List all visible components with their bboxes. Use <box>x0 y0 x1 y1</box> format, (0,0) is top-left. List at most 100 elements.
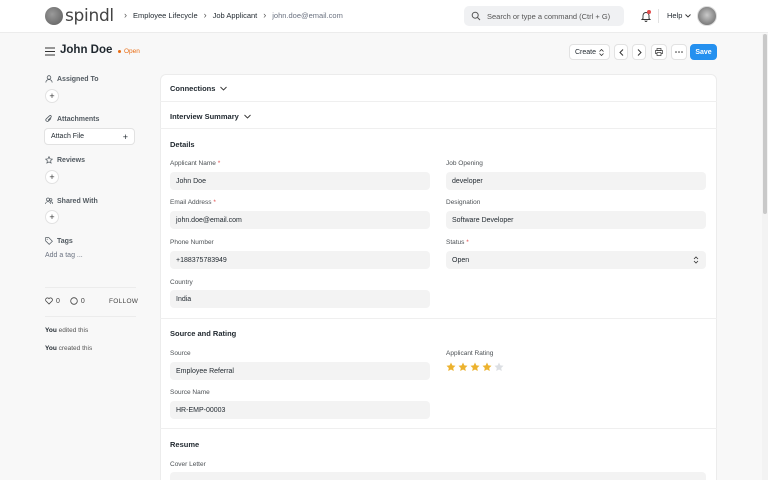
connections-section-toggle[interactable]: Connections <box>170 84 228 93</box>
section-divider <box>160 428 717 429</box>
required-marker: * <box>217 160 221 167</box>
print-button[interactable] <box>651 44 667 60</box>
scrollbar-thumb[interactable] <box>763 34 767 214</box>
section-divider <box>160 101 717 102</box>
likes-count: 0 <box>56 297 60 305</box>
follow-button[interactable]: FOLLOW <box>109 298 138 305</box>
assigned-to-label: Assigned To <box>45 75 98 83</box>
shared-with-label: Shared With <box>45 197 98 205</box>
job-opening-field[interactable]: developer <box>446 172 706 190</box>
country-field[interactable]: India <box>170 290 430 308</box>
star-icon <box>45 156 53 164</box>
heart-icon[interactable] <box>45 297 53 305</box>
designation-label: Designation <box>446 199 481 206</box>
cover-letter-label: Cover Letter <box>170 461 206 468</box>
comment-icon[interactable] <box>70 297 78 305</box>
add-tag-link[interactable]: Add a tag ... <box>45 252 83 259</box>
navbar-divider <box>658 9 659 23</box>
activity-text: created this <box>56 345 93 352</box>
cover-letter-field[interactable] <box>170 472 706 480</box>
breadcrumb-job-applicant[interactable]: Job Applicant <box>213 11 258 20</box>
attach-file-label: Attach File <box>51 133 85 140</box>
source-name-label: Source Name <box>170 389 210 396</box>
shared-with-text: Shared With <box>57 197 98 205</box>
status-select-value: Open <box>452 256 470 264</box>
country-label: Country <box>170 279 193 286</box>
sidebar-divider <box>45 316 136 317</box>
label-text: Email Address <box>170 199 212 206</box>
help-label: Help <box>667 11 683 20</box>
star-empty-icon[interactable] <box>494 362 504 372</box>
phone-label: Phone Number <box>170 239 214 246</box>
star-filled-icon[interactable] <box>470 362 480 372</box>
applicant-rating-stars[interactable] <box>446 362 504 372</box>
breadcrumb: › Employee Lifecycle › Job Applicant › j… <box>118 10 343 21</box>
interview-summary-section-toggle[interactable]: Interview Summary <box>170 112 251 121</box>
status-select[interactable]: Open <box>446 251 706 269</box>
logo-text: spindl <box>65 6 114 26</box>
more-actions-button[interactable] <box>671 44 687 60</box>
tags-label: Tags <box>45 237 73 245</box>
add-review-button[interactable]: + <box>45 170 59 184</box>
help-dropdown[interactable]: Help <box>667 11 692 20</box>
user-icon <box>45 75 53 83</box>
more-dots-icon <box>675 51 683 53</box>
sidebar-toggle-icon[interactable] <box>45 47 55 56</box>
breadcrumb-employee-lifecycle[interactable]: Employee Lifecycle <box>133 11 198 20</box>
comments-count: 0 <box>80 297 85 305</box>
connections-heading: Connections <box>170 84 216 93</box>
label-text: Applicant Name <box>170 160 216 167</box>
source-label: Source <box>170 350 191 357</box>
status-text: Open <box>124 48 140 55</box>
email-label: Email Address * <box>170 199 216 206</box>
save-button[interactable]: Save <box>690 44 717 60</box>
attachments-label: Attachments <box>45 115 99 123</box>
plus-icon: + <box>122 131 128 142</box>
activity-item: You created this <box>45 345 92 352</box>
breadcrumb-current-record[interactable]: john.doe@email.com <box>272 11 343 20</box>
user-avatar[interactable] <box>697 6 717 26</box>
activity-actor: You <box>45 327 57 334</box>
sidebar-divider <box>45 287 136 288</box>
applicant-name-field[interactable]: John Doe <box>170 172 430 190</box>
email-field[interactable]: john.doe@email.com <box>170 211 430 229</box>
tag-icon <box>45 237 53 245</box>
star-filled-icon[interactable] <box>446 362 456 372</box>
notification-dot <box>647 10 651 14</box>
required-marker: * <box>213 199 216 206</box>
reviews-label: Reviews <box>45 156 85 164</box>
add-assignee-button[interactable]: + <box>45 89 59 103</box>
chevron-right-icon: › <box>203 10 207 20</box>
chevron-left-icon <box>618 48 623 56</box>
app-logo[interactable]: spindl <box>45 6 114 26</box>
previous-record-button[interactable] <box>614 44 628 60</box>
logo-icon <box>45 7 63 25</box>
printer-icon <box>655 48 663 56</box>
source-field[interactable]: Employee Referral <box>170 362 430 380</box>
applicant-rating-label: Applicant Rating <box>446 350 494 357</box>
applicant-name-label: Applicant Name * <box>170 160 220 167</box>
next-record-button[interactable] <box>632 44 646 60</box>
search-input[interactable]: Search or type a command (Ctrl + G) <box>464 6 624 26</box>
add-share-button[interactable]: + <box>45 210 59 224</box>
chevron-right-icon: › <box>263 10 267 20</box>
source-name-field[interactable]: HR-EMP-00003 <box>170 401 430 419</box>
tags-text: Tags <box>57 237 73 245</box>
search-icon <box>471 11 481 21</box>
attachments-text: Attachments <box>57 115 100 123</box>
chevron-right-icon: › <box>124 10 127 20</box>
users-icon <box>45 197 53 205</box>
designation-field[interactable]: Software Developer <box>446 211 706 229</box>
chevron-down-icon <box>685 13 692 18</box>
star-filled-icon[interactable] <box>482 362 492 372</box>
phone-field[interactable]: +188375783949 <box>170 251 430 269</box>
create-button[interactable]: Create <box>569 44 610 60</box>
job-opening-label: Job Opening <box>446 160 483 167</box>
page-title: John Doe <box>60 44 113 56</box>
resume-heading: Resume <box>170 440 200 449</box>
attach-file-button[interactable]: Attach File + <box>44 128 135 145</box>
search-placeholder: Search or type a command (Ctrl + G) <box>487 11 611 21</box>
star-filled-icon[interactable] <box>458 362 468 372</box>
activity-text: edited this <box>56 327 89 334</box>
status-label: Status * <box>446 239 469 246</box>
